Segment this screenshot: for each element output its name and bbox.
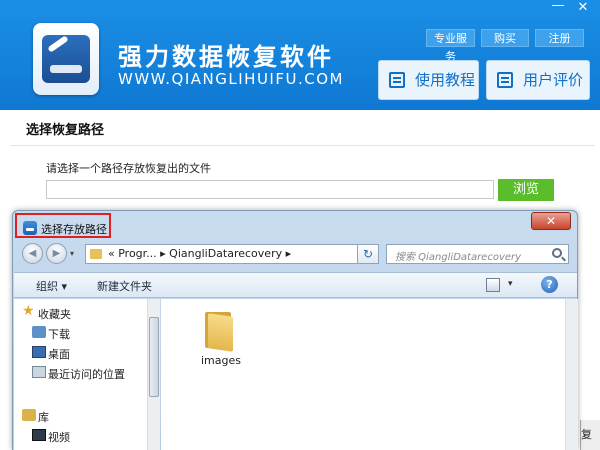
nav-item-libraries[interactable]: 库 (38, 409, 49, 425)
document-icon (389, 72, 405, 88)
select-folder-dialog: 选择存放路径 ✕ ◀ ▶ ▾ « Progr... ▸ QiangliDatar… (12, 210, 578, 450)
back-button[interactable]: ◀ (22, 243, 43, 264)
minimize-button[interactable]: — (546, 0, 570, 16)
refresh-button[interactable]: ↻ (357, 244, 379, 264)
nav-item-downloads[interactable]: 下载 (48, 326, 70, 342)
folder-icon[interactable] (203, 310, 233, 352)
browse-button[interactable]: 浏览 (498, 179, 554, 201)
star-icon: ★ (22, 303, 35, 319)
scrollbar-thumb[interactable] (149, 317, 159, 397)
search-placeholder: 搜索 QiangliDatarecovery (395, 252, 522, 263)
nav-item-videos[interactable]: 视频 (48, 429, 70, 445)
navigation-pane: ★ 收藏夹 下载 桌面 最近访问的位置 库 视频 (14, 299, 147, 450)
library-icon (22, 409, 36, 421)
nav-item-recent-places[interactable]: 最近访问的位置 (48, 366, 125, 382)
app-url: WWW.QIANGLIHUIFU.COM (118, 70, 344, 88)
tutorial-button-label: 使用教程 (415, 71, 476, 89)
close-button[interactable]: ✕ (572, 0, 594, 16)
file-list-scrollbar[interactable] (565, 299, 578, 450)
dialog-title-highlight: 选择存放路径 (15, 213, 111, 238)
app-title: 强力数据恢复软件 (118, 43, 334, 71)
address-path[interactable]: « Progr... ▸ QiangliDatarecovery ▸ (108, 247, 291, 260)
change-view-icon[interactable] (486, 278, 500, 292)
download-folder-icon (32, 326, 46, 338)
help-icon[interactable]: ? (541, 276, 558, 293)
review-button[interactable]: 用户评价 (486, 60, 590, 100)
folder-icon (90, 249, 102, 259)
nav-item-favorites[interactable]: 收藏夹 (38, 306, 71, 322)
dialog-toolbar: 组织 ▾ 新建文件夹 ▾ ? (14, 272, 577, 298)
path-input[interactable] (46, 180, 494, 199)
app-logo (33, 23, 99, 95)
video-library-icon (32, 429, 46, 441)
search-input[interactable]: 搜索 QiangliDatarecovery (386, 244, 569, 264)
app-header: 强力数据恢复软件 WWW.QIANGLIHUIFU.COM — ✕ 专业服务 购… (0, 0, 600, 110)
view-options-dropdown[interactable]: ▾ (508, 279, 513, 289)
service-link[interactable]: 专业服务 (426, 29, 475, 63)
tutorial-button[interactable]: 使用教程 (378, 60, 479, 100)
file-item-label[interactable]: images (201, 354, 241, 367)
section-divider (10, 145, 595, 146)
forward-button[interactable]: ▶ (46, 243, 67, 264)
background-button-partial[interactable]: 复 (580, 420, 600, 450)
app-small-icon (23, 221, 37, 235)
path-label: 请选择一个路径存放恢复出的文件 (46, 162, 211, 175)
top-links: 专业服务 购买 注册 (426, 29, 584, 63)
section-title: 选择恢复路径 (26, 123, 105, 138)
recent-pages-dropdown[interactable]: ▾ (70, 249, 74, 258)
navigation-scrollbar[interactable] (147, 299, 160, 450)
review-button-label: 用户评价 (523, 71, 584, 89)
desktop-icon (32, 346, 46, 358)
nav-item-desktop[interactable]: 桌面 (48, 346, 70, 362)
organize-menu[interactable]: 组织 ▾ (36, 278, 67, 294)
new-folder-button[interactable]: 新建文件夹 (97, 278, 152, 294)
register-link[interactable]: 注册 (535, 29, 584, 47)
search-icon[interactable] (552, 248, 562, 258)
comment-icon (497, 72, 513, 88)
dialog-title: 选择存放路径 (41, 223, 107, 236)
address-bar[interactable]: « Progr... ▸ QiangliDatarecovery ▸ (85, 244, 379, 264)
file-list-pane: images (161, 299, 565, 450)
recent-places-icon (32, 366, 46, 378)
hard-disk-icon (42, 35, 90, 83)
buy-link[interactable]: 购买 (481, 29, 529, 47)
dialog-close-button[interactable]: ✕ (531, 212, 571, 230)
